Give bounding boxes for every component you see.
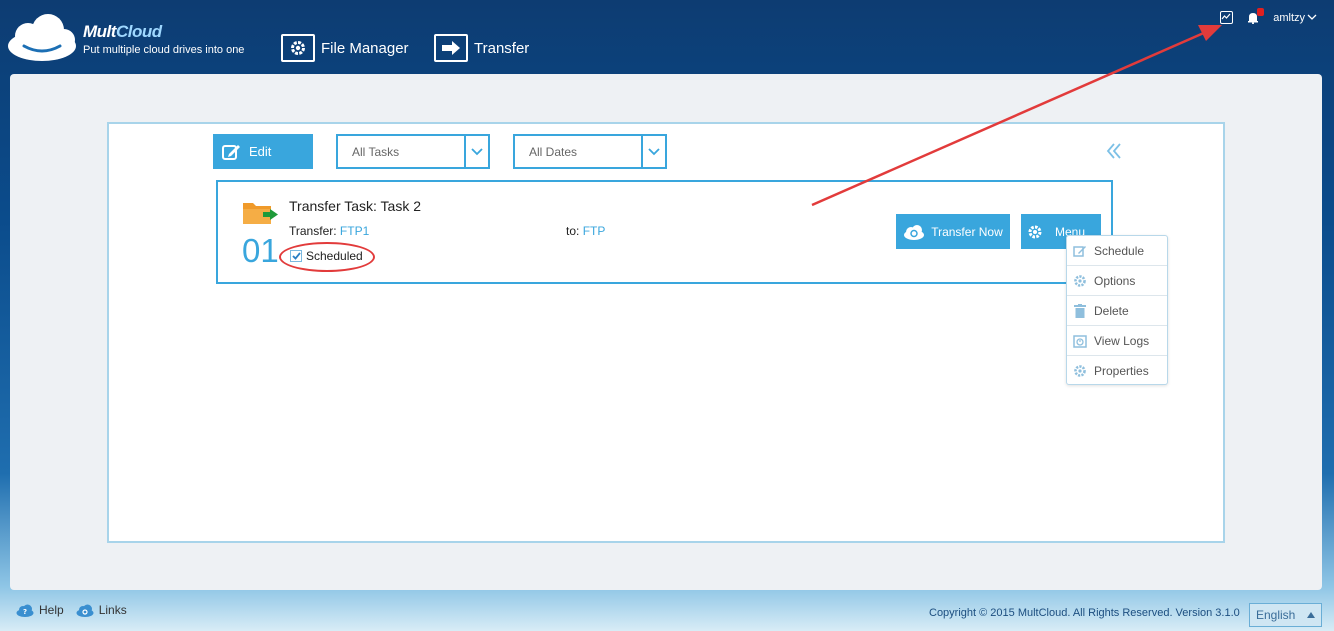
links-link[interactable]: Links [76, 603, 127, 617]
menu-item-view-logs[interactable]: View Logs [1067, 326, 1167, 356]
help-link[interactable]: ? Help [16, 603, 64, 617]
links-cloud-icon [76, 604, 94, 617]
tasks-filter-value: All Tasks [352, 144, 400, 159]
task-source-label: Transfer: [289, 224, 337, 238]
arrow-right-icon [434, 34, 468, 62]
svg-text:?: ? [23, 608, 27, 616]
header-user-area: amltzy [1220, 8, 1317, 25]
menu-item-schedule[interactable]: Schedule [1067, 236, 1167, 266]
clock-icon [1072, 333, 1088, 349]
task-destination-label: to: [566, 224, 580, 238]
language-value: English [1256, 608, 1296, 622]
task-destination: to: FTP [566, 224, 605, 238]
trash-icon [1072, 303, 1088, 319]
edit-icon [222, 144, 240, 160]
notification-bell-icon[interactable] [1247, 8, 1265, 25]
notification-badge [1257, 8, 1265, 16]
nav-transfer-label: Transfer [474, 39, 530, 57]
gear-icon [281, 34, 315, 62]
scheduled-label: Scheduled [306, 249, 363, 263]
task-source-link[interactable]: FTP1 [340, 224, 369, 238]
activity-icon[interactable] [1220, 11, 1234, 24]
brand-name: MultCloud [83, 22, 162, 41]
nav-file-manager[interactable]: File Manager [281, 34, 409, 62]
footer-links: ? Help Links [16, 603, 127, 617]
language-select[interactable]: English [1249, 603, 1322, 627]
edit-button-label: Edit [249, 144, 272, 159]
help-cloud-icon: ? [16, 604, 34, 617]
task-source: Transfer: FTP1 [289, 224, 369, 238]
menu-item-label: Schedule [1094, 243, 1145, 258]
username: amltzy [1273, 11, 1305, 24]
copyright-text: Copyright © 2015 MultCloud. All Rights R… [929, 607, 1240, 619]
menu-item-label: View Logs [1094, 333, 1150, 348]
links-label: Links [98, 603, 127, 617]
task-destination-link[interactable]: FTP [583, 224, 606, 238]
edit-button[interactable]: Edit [213, 134, 313, 169]
edit-icon [1072, 243, 1088, 259]
dates-filter-value: All Dates [529, 144, 578, 159]
user-menu[interactable]: amltzy [1273, 12, 1317, 24]
help-label: Help [39, 603, 64, 617]
nav-transfer[interactable]: Transfer [434, 34, 529, 62]
collapse-double-chevron-icon[interactable] [1105, 142, 1123, 165]
scheduled-checkbox[interactable]: Scheduled [290, 249, 363, 263]
gear-icon [1028, 225, 1042, 238]
task-number: 01 [242, 232, 279, 269]
gear-icon [1072, 363, 1088, 379]
transfer-now-button[interactable]: Transfer Now [896, 214, 1010, 249]
tasks-filter-select[interactable]: All Tasks [336, 134, 490, 169]
menu-item-delete[interactable]: Delete [1067, 296, 1167, 326]
menu-item-options[interactable]: Options [1067, 266, 1167, 296]
multcloud-logo-icon[interactable] [4, 12, 80, 62]
chevron-down-icon [1307, 14, 1317, 20]
checkmark-icon [290, 250, 302, 262]
menu-item-properties[interactable]: Properties [1067, 356, 1167, 386]
menu-item-label: Properties [1094, 364, 1149, 378]
task-menu-dropdown: Schedule Options Delete View Logs Proper… [1066, 235, 1168, 385]
gear-icon [1072, 273, 1088, 289]
menu-item-label: Options [1094, 273, 1136, 288]
nav-file-manager-label: File Manager [321, 39, 409, 57]
caret-up-icon [1307, 612, 1315, 618]
dates-filter-select[interactable]: All Dates [513, 134, 667, 169]
transfer-now-label: Transfer Now [931, 224, 1003, 239]
transfer-folder-icon [243, 200, 279, 231]
menu-item-label: Delete [1094, 303, 1129, 318]
brand-tagline: Put multiple cloud drives into one [83, 44, 245, 56]
task-title: Transfer Task: Task 2 [289, 198, 422, 214]
chevron-down-icon [641, 136, 665, 167]
chevron-down-icon [464, 136, 488, 167]
cloud-sync-icon [904, 224, 925, 240]
